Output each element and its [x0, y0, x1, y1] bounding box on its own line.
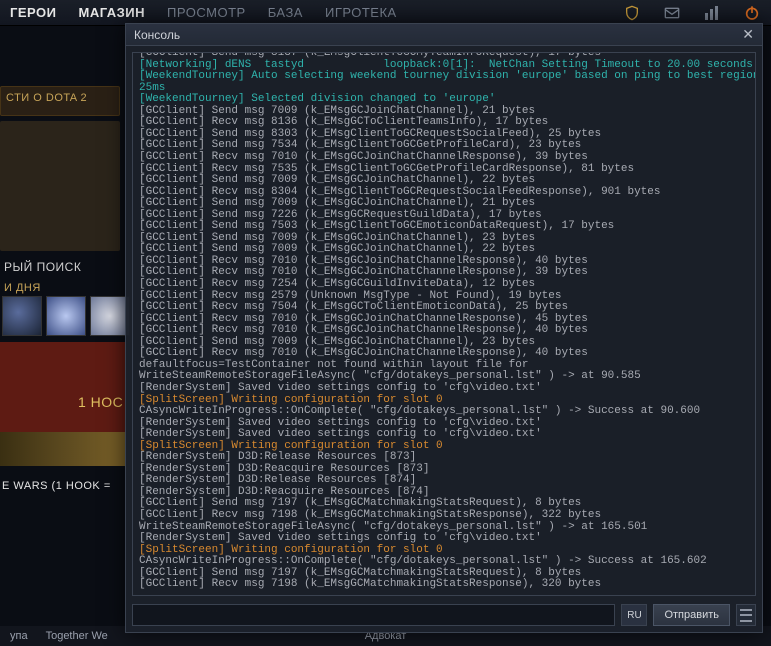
day-label: И ДНЯ	[4, 282, 41, 294]
log-line: [RenderSystem] Saved video settings conf…	[139, 383, 749, 395]
power-icon[interactable]	[743, 4, 761, 22]
log-line: [GCClient] Recv msg 7198 (k_EMsgGCMatchm…	[139, 510, 749, 522]
stats-icon[interactable]	[703, 4, 721, 22]
shield-icon[interactable]	[623, 4, 641, 22]
console-title: Консоль	[134, 28, 180, 42]
nav-library[interactable]: ИГРОТЕКА	[325, 5, 397, 20]
nav-base[interactable]: БАЗА	[268, 5, 303, 20]
log-line: [GCClient] Recv msg 7198 (k_EMsgGCMatchm…	[139, 579, 749, 591]
quick-search-label: РЫЙ ПОИСК	[4, 260, 81, 274]
lang-indicator[interactable]: RU	[621, 604, 647, 626]
console-window: Консоль ✕ **** Unable to localize '#DOTA…	[125, 23, 763, 633]
console-input-row: RU Отправить	[126, 600, 762, 632]
mail-icon[interactable]	[663, 4, 681, 22]
news-label: СТИ О DOTA 2	[6, 92, 87, 104]
log-line: [GCClient] Recv msg 7010 (k_EMsgGCJoinCh…	[139, 152, 749, 164]
menu-icon[interactable]	[736, 604, 756, 626]
hook-label: 1 HOC	[78, 394, 123, 410]
bottom-left-text: упа	[10, 630, 28, 642]
log-line: [GCClient] Send msg 7009 (k_EMsgGCJoinCh…	[139, 175, 749, 187]
wars-label: E WARS (1 HOOK =	[2, 480, 111, 492]
nav-heroes[interactable]: ГЕРОИ	[10, 5, 57, 20]
log-line: CAsyncWriteInProgress::OnComplete( "cfg/…	[139, 406, 749, 418]
bottom-mid-text: Together We	[46, 630, 108, 642]
console-log[interactable]: **** Unable to localize '#DOTA_Friend_Jo…	[132, 52, 756, 596]
close-icon[interactable]: ✕	[742, 26, 754, 43]
nav-watch[interactable]: ПРОСМОТР	[167, 5, 246, 20]
send-button[interactable]: Отправить	[653, 604, 730, 626]
console-input[interactable]	[132, 604, 615, 626]
log-line: [WeekendTourney] Auto selecting weekend …	[139, 71, 749, 83]
nav-store[interactable]: МАГАЗИН	[79, 5, 146, 20]
log-line: [GCClient] Recv msg 7504 (k_EMsgGCToClie…	[139, 302, 749, 314]
log-line: [RenderSystem] Saved video settings conf…	[139, 533, 749, 545]
console-titlebar: Консоль ✕	[126, 24, 762, 46]
log-line: CAsyncWriteInProgress::OnComplete( "cfg/…	[139, 556, 749, 568]
log-line: [GCClient] Recv msg 7254 (k_EMsgGCGuildI…	[139, 279, 749, 291]
log-line: [RenderSystem] Saved video settings conf…	[139, 429, 749, 441]
